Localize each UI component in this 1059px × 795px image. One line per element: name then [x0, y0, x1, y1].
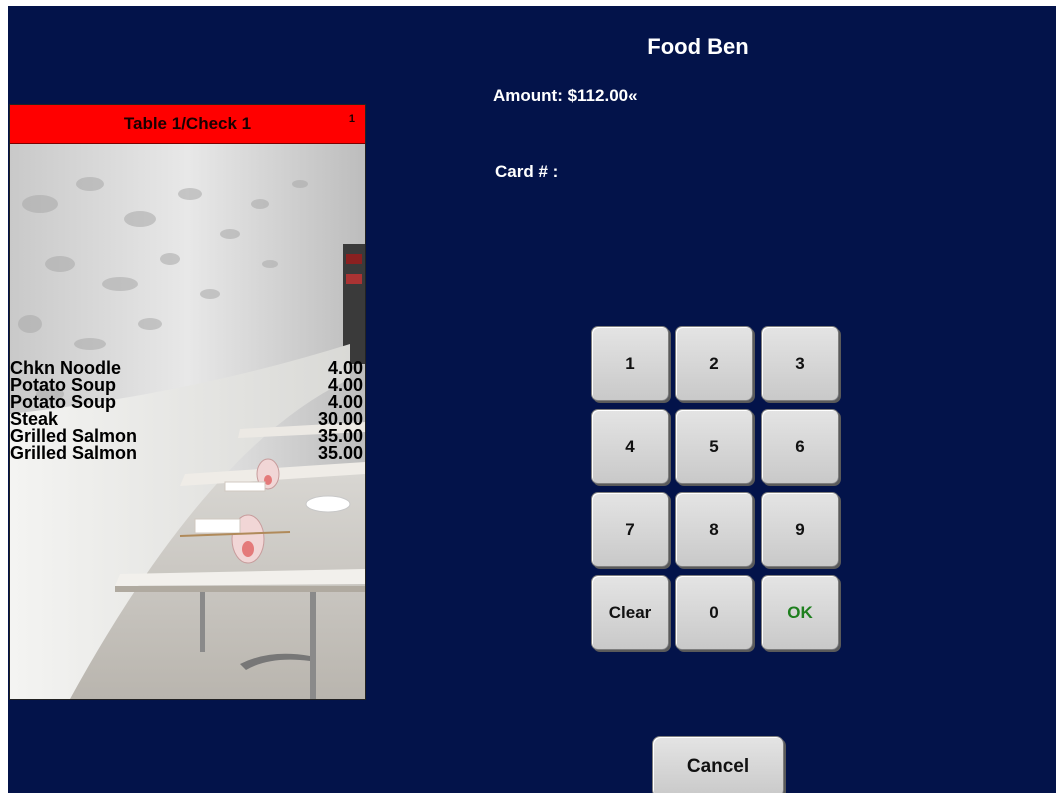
- check-item-list: Chkn Noodle 4.00 Potato Soup 4.00 Potato S…: [10, 359, 365, 463]
- key-8-button[interactable]: 8: [675, 492, 753, 567]
- key-4-button[interactable]: 4: [591, 409, 669, 484]
- key-2-button[interactable]: 2: [675, 326, 753, 401]
- check-title: Table 1/Check 1: [123, 114, 252, 133]
- key-0-button[interactable]: 0: [675, 575, 753, 650]
- payment-screen: Food Ben Amount: $112.00« Card # : Table…: [8, 6, 1056, 793]
- cancel-button[interactable]: Cancel: [652, 736, 784, 793]
- key-5-button[interactable]: 5: [675, 409, 753, 484]
- amount-display: Amount: $112.00«: [493, 86, 638, 105]
- key-1-button[interactable]: 1: [591, 326, 669, 401]
- check-count: 1: [348, 113, 355, 125]
- key-9-button[interactable]: 9: [761, 492, 839, 567]
- check-panel: Table 1/Check 1 1 Chkn Noodle 4.00 Potat…: [9, 104, 366, 700]
- ok-button[interactable]: OK: [761, 575, 839, 650]
- item-price: 35.00: [317, 443, 363, 463]
- item-name: Grilled Salmon: [10, 443, 138, 463]
- card-number-label: Card # :: [495, 162, 559, 181]
- key-7-button[interactable]: 7: [591, 492, 669, 567]
- key-3-button[interactable]: 3: [761, 326, 839, 401]
- check-header[interactable]: Table 1/Check 1 1: [10, 105, 365, 144]
- list-item[interactable]: Potato Soup 4.00: [10, 393, 365, 411]
- page-title: Food Ben: [647, 34, 749, 59]
- clear-button[interactable]: Clear: [591, 575, 669, 650]
- list-item[interactable]: Grilled Salmon 35.00: [10, 443, 365, 463]
- key-6-button[interactable]: 6: [761, 409, 839, 484]
